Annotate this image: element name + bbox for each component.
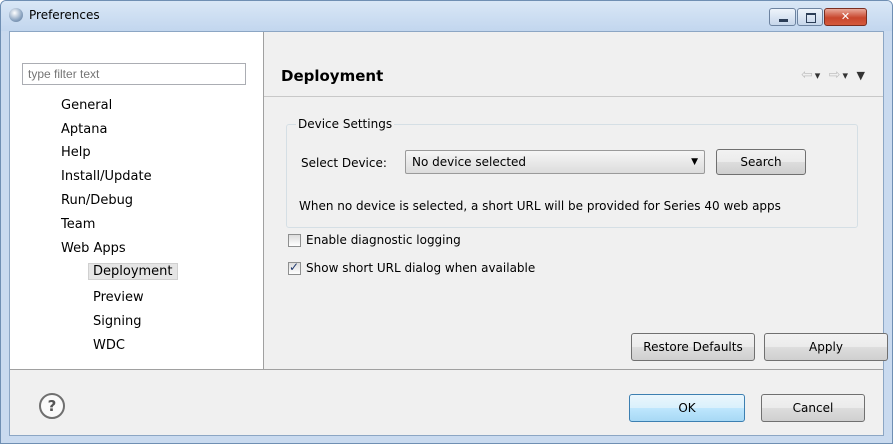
footer-divider [10,369,883,370]
tree-item-deployment[interactable]: Deployment [88,263,178,280]
ok-button[interactable]: OK [629,394,745,422]
apply-button[interactable]: Apply [764,333,888,361]
header-divider [264,96,883,97]
tree-item-wdc[interactable]: WDC [93,338,125,353]
device-select[interactable]: No device selected ▼ [405,150,705,174]
device-select-value: No device selected [412,155,527,169]
restore-defaults-button[interactable]: Restore Defaults [631,333,755,361]
close-button[interactable]: ✕ [824,8,867,26]
back-history-chevron-icon[interactable]: ▾ [815,69,823,82]
view-menu-icon[interactable]: ▼ [856,69,866,82]
page-title: Deployment [281,67,384,85]
tree-item-team[interactable]: Team [61,217,95,232]
tree-item-signing[interactable]: Signing [93,314,141,329]
dropdown-arrow-icon: ▼ [691,157,698,167]
back-arrow-icon[interactable]: ⇦ [801,67,815,83]
forward-arrow-icon[interactable]: ⇨ [829,67,843,83]
minimize-button[interactable] [769,8,796,26]
show-short-url-checkbox[interactable] [288,260,301,275]
show-short-url-label[interactable]: Show short URL dialog when available [306,261,535,275]
close-icon: ✕ [840,10,851,23]
device-hint-text: When no device is selected, a short URL … [299,199,781,213]
device-settings-label: Device Settings [296,117,395,131]
tree-item-web-apps[interactable]: Web Apps [61,241,126,256]
dialog-body: General Aptana Help Install/Update Run/D… [9,31,888,436]
tree-item-help[interactable]: Help [61,145,91,160]
tree-item-general[interactable]: General [61,98,112,113]
minimize-icon [779,19,788,22]
tree-item-aptana[interactable]: Aptana [61,122,107,137]
enable-diagnostic-logging-checkbox[interactable] [288,234,301,247]
preferences-window: Preferences ✕ General Aptana Help Instal… [0,0,893,444]
tree-item-install-update[interactable]: Install/Update [61,169,152,184]
maximize-icon [806,13,816,23]
tree-item-preview[interactable]: Preview [93,290,144,305]
filter-input[interactable] [22,63,246,85]
enable-diagnostic-logging-label[interactable]: Enable diagnostic logging [306,233,461,247]
cancel-button[interactable]: Cancel [761,394,865,422]
tree-item-run-debug[interactable]: Run/Debug [61,193,133,208]
page-navigation: ⇦▾ ⇨▾ ▼ [801,67,867,83]
preference-tree-panel: General Aptana Help Install/Update Run/D… [10,32,264,369]
help-icon[interactable]: ? [39,393,65,419]
forward-history-chevron-icon[interactable]: ▾ [842,69,850,82]
preferences-globe-icon [9,8,23,22]
title-bar: Preferences ✕ [1,1,892,31]
maximize-button[interactable] [797,8,823,26]
window-title: Preferences [29,8,100,22]
preference-page: Deployment ⇦▾ ⇨▾ ▼ Device Settings Selec… [264,32,888,369]
select-device-label: Select Device: [301,156,387,170]
search-button[interactable]: Search [716,149,806,175]
